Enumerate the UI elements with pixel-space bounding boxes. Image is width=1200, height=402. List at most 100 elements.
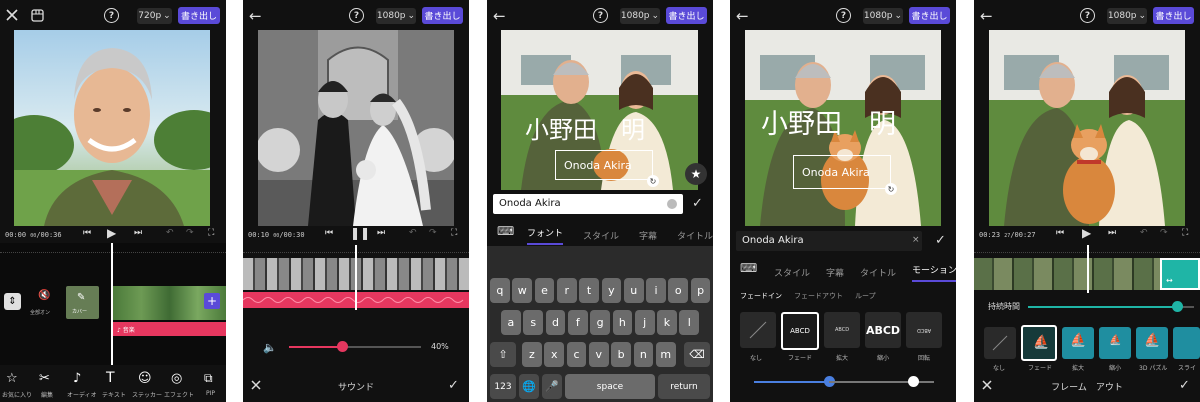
key-h[interactable]: h — [612, 310, 633, 335]
key-c[interactable]: c — [566, 342, 587, 367]
undo-icon[interactable]: ↶ — [409, 228, 417, 238]
favorite-icon[interactable]: ☆ — [6, 371, 18, 386]
help-icon[interactable]: ? — [1080, 8, 1095, 23]
help-icon[interactable]: ? — [104, 8, 119, 23]
undo-icon[interactable]: ↶ — [1140, 228, 1148, 238]
backspace-key[interactable]: ⌫ — [684, 342, 710, 367]
play-button[interactable]: ▶ — [1082, 226, 1091, 240]
confirm-check-icon[interactable]: ✓ — [935, 233, 946, 248]
tab-motion[interactable]: モーション — [912, 263, 956, 282]
export-button[interactable]: 書き出し — [422, 7, 463, 24]
text-icon[interactable]: T — [106, 370, 115, 386]
resolution-select[interactable]: 1080p ⌄ — [620, 8, 660, 24]
shift-key[interactable]: ⇧ — [490, 342, 516, 367]
cover-thumbnail[interactable]: カバー ✎ — [66, 286, 99, 319]
playhead[interactable] — [355, 245, 357, 310]
redo-icon[interactable]: ↷ — [1160, 228, 1168, 238]
back-arrow-icon[interactable]: ← — [980, 7, 993, 25]
caption-name-text[interactable]: 小野田 明 — [525, 110, 645, 145]
tab-title[interactable]: タイトル — [677, 229, 713, 242]
tab-style[interactable]: スタイル — [583, 229, 619, 242]
mic-key[interactable]: 🎤 — [542, 374, 562, 399]
pip-icon[interactable]: ⧉ — [204, 371, 213, 386]
clear-input-icon[interactable] — [667, 199, 677, 209]
caption-name-text[interactable]: 小野田 明 — [761, 102, 896, 141]
key-j[interactable]: j — [634, 310, 655, 335]
cut-icon[interactable]: ✂ — [39, 371, 50, 386]
transition-fade[interactable]: ⛵ — [1021, 325, 1057, 361]
resolution-select[interactable]: 720p ⌄ — [137, 8, 172, 24]
key-x[interactable]: x — [544, 342, 565, 367]
keyboard-toggle-icon[interactable]: ⌨ — [740, 261, 757, 275]
confirm-check-icon[interactable]: ✓ — [692, 196, 703, 211]
key-m[interactable]: m — [655, 342, 676, 367]
fullscreen-icon[interactable]: ⛶ — [1182, 228, 1188, 238]
redo-icon[interactable]: ↷ — [186, 228, 194, 238]
tab-subtitle[interactable]: 字幕 — [826, 266, 844, 279]
keyboard-toggle-icon[interactable]: ⌨ — [497, 224, 514, 238]
volume-slider[interactable] — [289, 341, 421, 352]
help-icon[interactable]: ? — [836, 8, 851, 23]
effect-fade[interactable]: ABCD — [781, 312, 819, 350]
tab-style[interactable]: スタイル — [774, 266, 810, 279]
subtab-loop[interactable]: ループ — [855, 291, 876, 301]
audio-track[interactable]: ♪ 音楽 — [113, 322, 226, 336]
export-button[interactable]: 書き出し — [666, 7, 707, 24]
playhead[interactable] — [1087, 245, 1089, 293]
confirm-check-icon[interactable]: ✓ — [1179, 378, 1190, 393]
key-y[interactable]: y — [601, 278, 622, 303]
effect-icon[interactable]: ◎ — [171, 371, 182, 386]
globe-key[interactable]: 🌐 — [519, 374, 539, 399]
prev-clip-icon[interactable]: ⏮ — [83, 228, 91, 238]
duration-slider-out[interactable] — [829, 376, 934, 387]
key-o[interactable]: o — [668, 278, 689, 303]
next-clip-icon[interactable]: ⏭ — [377, 228, 385, 238]
key-s[interactable]: s — [523, 310, 544, 335]
key-k[interactable]: k — [657, 310, 677, 335]
sticker-icon[interactable]: ☺ — [138, 371, 152, 386]
selected-clip[interactable]: ↔ — [1160, 258, 1200, 290]
rotate-handle-icon[interactable]: ↻ — [885, 183, 897, 195]
space-key[interactable]: space — [565, 374, 655, 399]
key-p[interactable]: p — [690, 278, 711, 303]
key-w[interactable]: w — [512, 278, 533, 303]
key-r[interactable]: r — [556, 278, 577, 303]
effect-zoom-out[interactable]: ABCD — [865, 312, 901, 348]
resolution-select[interactable]: 1080p ⌄ — [1107, 8, 1147, 24]
key-q[interactable]: q — [490, 278, 510, 303]
back-arrow-icon[interactable]: ← — [493, 7, 506, 25]
export-button[interactable]: 書き出し — [1153, 7, 1194, 24]
text-input[interactable]: Onoda Akira — [493, 194, 683, 214]
audio-icon[interactable]: ♪ — [73, 371, 81, 386]
mute-icon[interactable]: 🔇 — [38, 290, 50, 301]
export-button[interactable]: 書き出し — [909, 7, 950, 24]
effect-rotate[interactable]: ABCD — [906, 312, 942, 348]
help-icon[interactable]: ? — [593, 8, 608, 23]
pause-button[interactable]: ❚❚ — [350, 226, 370, 240]
favorite-star-icon[interactable]: ★ — [685, 163, 707, 185]
transition-zoom-in[interactable]: ⛵ — [1062, 327, 1094, 359]
subtab-fade-in[interactable]: フェードイン — [740, 291, 782, 301]
volume-slider-knob[interactable] — [336, 341, 348, 352]
fullscreen-icon[interactable]: ⛶ — [208, 228, 214, 238]
play-button[interactable]: ▶ — [107, 226, 116, 240]
return-key[interactable]: return — [658, 374, 710, 399]
clear-input-icon[interactable]: × — [912, 235, 920, 245]
effect-none[interactable] — [740, 312, 776, 348]
tab-font[interactable]: フォント — [527, 226, 564, 245]
transition-slide[interactable] — [1173, 327, 1200, 359]
confirm-check-icon[interactable]: ✓ — [448, 378, 459, 393]
key-v[interactable]: v — [588, 342, 609, 367]
video-track[interactable] — [974, 258, 1160, 290]
tab-title[interactable]: タイトル — [860, 266, 896, 279]
add-clip-button[interactable]: + — [204, 293, 220, 309]
key-u[interactable]: u — [623, 278, 644, 303]
duration-slider-in[interactable] — [754, 376, 835, 387]
rotate-handle-icon[interactable]: ↻ — [647, 175, 659, 187]
prev-clip-icon[interactable]: ⏮ — [325, 228, 333, 238]
duration-slider[interactable] — [1028, 301, 1194, 312]
next-clip-icon[interactable]: ⏭ — [134, 228, 142, 238]
key-e[interactable]: e — [534, 278, 555, 303]
tab-subtitle[interactable]: 字幕 — [639, 229, 657, 242]
resolution-select[interactable]: 1080p ⌄ — [376, 8, 416, 24]
